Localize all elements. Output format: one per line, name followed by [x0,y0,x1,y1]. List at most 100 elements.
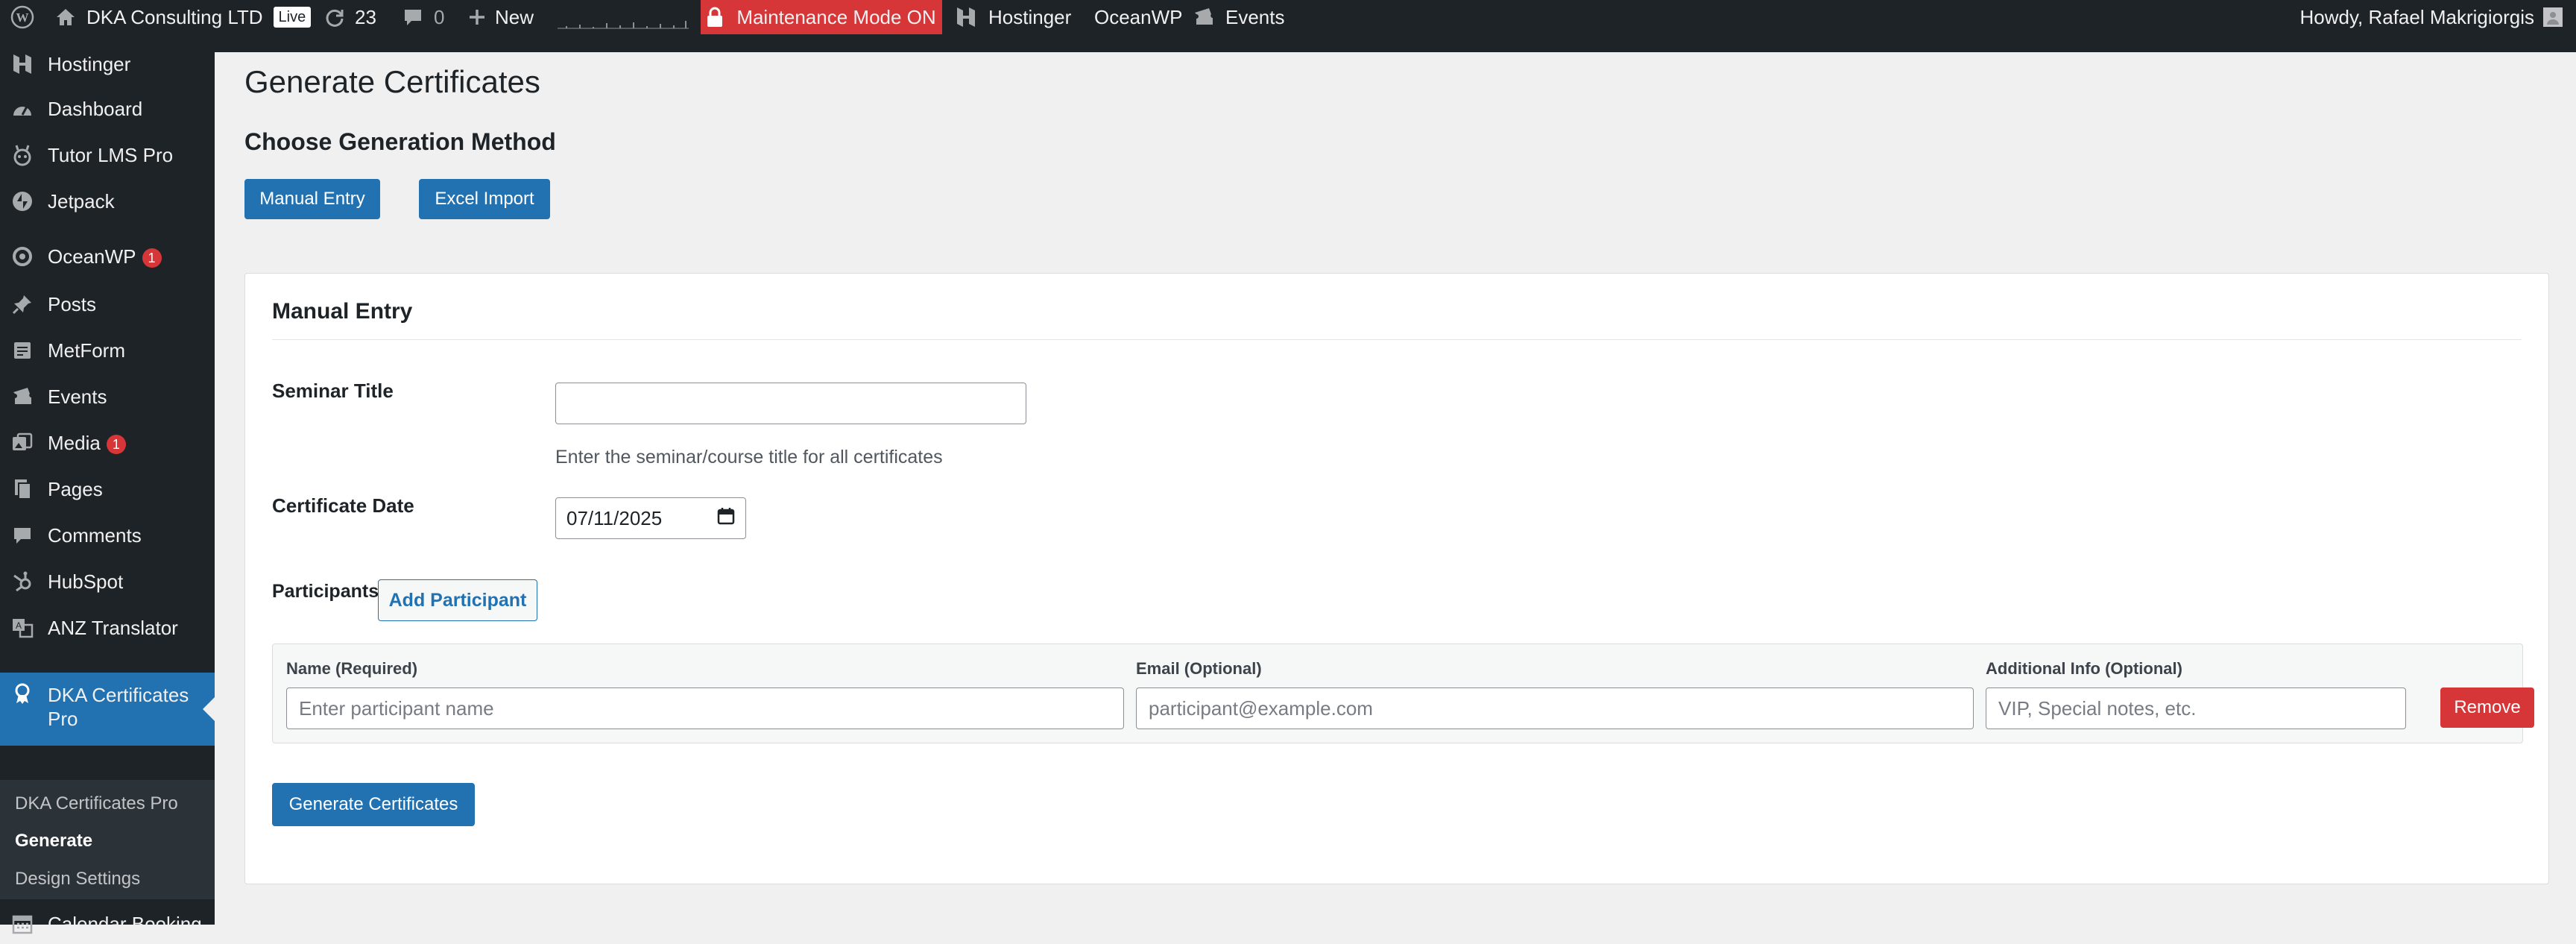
sidebar-item-label: Dashboard [48,97,143,120]
seminar-title-description: Enter the seminar/course title for all c… [555,447,943,468]
calendar-icon [9,910,36,937]
submenu: DKA Certificates Pro Generate Design Set… [0,780,215,899]
sidebar-item-posts[interactable]: Posts [0,283,215,325]
events-label: Events [1225,5,1285,28]
oceanwp-icon [9,243,36,270]
certificate-date-value: 07/11/2025 [566,506,663,529]
comments-count: 0 [434,5,445,28]
sidebar-item-label: Pages [48,477,103,500]
hostinger-icon [956,6,976,28]
sidebar-item-tutor-lms-pro[interactable]: Tutor LMS Pro [0,134,215,176]
comments-link[interactable]: 0 [402,0,444,34]
svg-text:A: A [16,620,22,631]
stats-sparkline[interactable] [558,7,689,30]
refresh-icon [323,6,346,28]
card-title: Manual Entry [272,299,413,324]
notification-badge: 1 [106,434,126,454]
generate-certificates-button[interactable]: Generate Certificates [272,783,475,826]
events-icon [9,383,36,410]
sidebar-item-text: Media [48,431,101,454]
site-name: DKA Consulting LTD [86,5,263,28]
comment-bubble-icon [402,7,423,28]
sidebar-item-pages[interactable]: Pages [0,468,215,510]
participant-name-input[interactable]: Enter participant name [286,687,1124,729]
sidebar-item-calendar-booking[interactable]: Calendar Booking [0,904,215,944]
sidebar-item-label: Hostinger [48,52,131,75]
excel-import-button[interactable]: Excel Import [419,179,550,219]
section-title: Choose Generation Method [244,128,556,155]
new-content-link[interactable]: New [468,0,534,34]
ticket-icon [1193,7,1215,28]
submenu-item-design-settings[interactable]: Design Settings [15,869,140,890]
translate-icon: A [9,614,36,641]
sidebar-item-media[interactable]: Media 1 [0,422,215,464]
maintenance-mode-toggle[interactable]: Maintenance Mode ON [701,0,942,34]
home-icon [55,7,76,27]
certificate-icon [9,680,36,707]
oceanwp-link[interactable]: OceanWP [1094,0,1183,34]
hostinger-link[interactable]: Hostinger [956,0,1071,34]
form-icon [9,337,36,364]
sidebar-item-metform[interactable]: MetForm [0,330,215,371]
participant-row: Name (Required) Enter participant name E… [272,644,2534,743]
admin-sidebar: Hostinger Dashboard Tutor LMS Pro Jetpac… [0,34,215,935]
sidebar-item-anz-translator[interactable]: A ANZ Translator [0,607,215,649]
user-account-menu[interactable]: Howdy, Rafael Makrigiorgis [2299,0,2563,34]
wordpress-logo-icon[interactable]: W [6,0,39,34]
sidebar-item-hostinger[interactable]: Hostinger [0,43,215,85]
howdy-text: Howdy, Rafael Makrigiorgis [2299,5,2534,28]
certificate-date-label: Certificate Date [272,494,414,517]
sidebar-item-comments[interactable]: Comments [0,515,215,556]
dashboard-icon [9,95,36,122]
oceanwp-label: OceanWP [1094,5,1183,28]
sidebar-item-hubspot[interactable]: HubSpot [0,561,215,602]
new-label: New [495,5,534,28]
site-name-link[interactable]: DKA Consulting LTD Live [55,0,312,34]
sidebar-item-label: Posts [48,292,97,315]
participant-email-input[interactable]: participant@example.com [1136,687,1974,729]
name-column-label: Name (Required) [286,659,418,678]
tutor-icon [9,142,36,169]
sidebar-item-dka-certificates-pro[interactable]: DKA Certificates Pro [0,673,215,746]
seminar-title-label: Seminar Title [272,380,394,402]
events-link[interactable]: Events [1193,0,1285,34]
certificate-date-input[interactable]: 07/11/2025 [555,497,746,539]
sidebar-item-text: OceanWP [48,245,136,268]
participant-email-placeholder: participant@example.com [1149,696,1373,720]
sidebar-item-label: DKA Certificates Pro [48,684,189,730]
sidebar-item-jetpack[interactable]: Jetpack [0,180,215,222]
submenu-item-dka-certificates-pro[interactable]: DKA Certificates Pro [15,793,178,814]
participants-label: Participants [272,581,379,602]
pin-icon [9,291,36,318]
sidebar-item-label: Comments [48,523,142,547]
jetpack-icon [9,188,36,215]
sidebar-item-events[interactable]: Events [0,376,215,418]
manual-entry-card: Manual Entry Seminar Title Enter the sem… [244,273,2549,884]
updates-link[interactable]: 23 [323,0,376,34]
sidebar-item-label: ANZ Translator [48,616,178,639]
hubspot-icon [9,568,36,595]
hostinger-label: Hostinger [988,5,1072,28]
participant-info-input[interactable]: VIP, Special notes, etc. [1986,687,2406,729]
sidebar-item-label: Calendar Booking [48,912,202,935]
pages-icon [9,476,36,503]
remove-participant-button[interactable]: Remove [2440,687,2534,728]
manual-entry-button[interactable]: Manual Entry [244,179,380,219]
additional-info-column-label: Additional Info (Optional) [1986,659,2182,678]
comments-icon [9,522,36,549]
calendar-picker-icon[interactable] [717,507,735,530]
sidebar-item-dashboard[interactable]: Dashboard [0,88,215,130]
maintenance-label: Maintenance Mode ON [736,5,936,28]
submenu-item-generate[interactable]: Generate [15,831,92,852]
sidebar-item-label: OceanWP 1 [48,245,162,268]
lock-icon [707,7,723,28]
participant-name-placeholder: Enter participant name [299,696,494,720]
add-participant-button[interactable]: Add Participant [378,579,537,621]
main-content: Generate Certificates Choose Generation … [215,34,2576,925]
svg-text:W: W [16,10,29,25]
sidebar-item-label: Jetpack [48,189,115,213]
seminar-title-input[interactable] [555,383,1026,424]
email-column-label: Email (Optional) [1136,659,1262,678]
sidebar-item-oceanwp[interactable]: OceanWP 1 [0,236,215,277]
plus-icon [468,8,486,26]
